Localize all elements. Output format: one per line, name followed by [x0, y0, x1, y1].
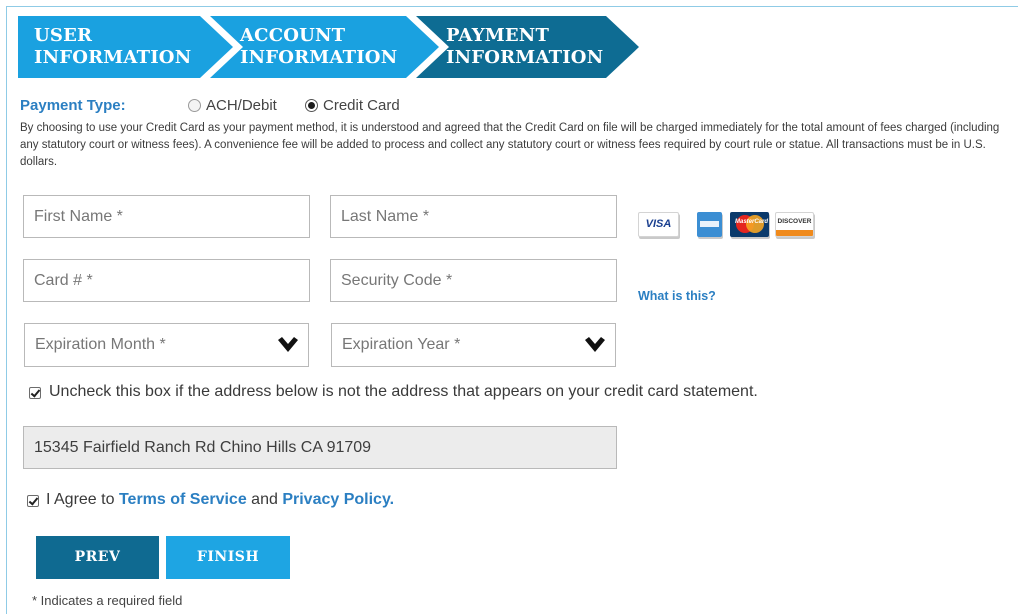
- radio-credit-card-label: Credit Card: [323, 97, 400, 114]
- step-account-information: ACCOUNT INFORMATION: [240, 25, 397, 69]
- payment-type-label: Payment Type:: [20, 97, 126, 114]
- last-name-field[interactable]: Last Name *: [330, 195, 617, 238]
- mastercard-card-icon: MasterCard: [730, 212, 769, 237]
- credit-card-disclaimer: By choosing to use your Credit Card as y…: [20, 122, 1000, 168]
- finish-button[interactable]: FINISH: [166, 536, 290, 579]
- prev-button[interactable]: PREV: [36, 536, 159, 579]
- card-number-field[interactable]: Card # *: [23, 259, 310, 302]
- what-is-this-link[interactable]: What is this?: [638, 289, 716, 303]
- progress-steps: USER INFORMATION ACCOUNT INFORMATION PAY…: [18, 16, 643, 78]
- privacy-policy-link[interactable]: Privacy Policy.: [282, 491, 394, 508]
- expiration-year-placeholder: Expiration Year *: [342, 336, 461, 353]
- first-name-field[interactable]: First Name *: [23, 195, 310, 238]
- billing-address-value: 15345 Fairfield Ranch Rd Chino Hills CA …: [34, 438, 372, 456]
- first-name-placeholder: First Name *: [34, 207, 123, 225]
- agree-prefix: I Agree to: [46, 491, 115, 508]
- radio-ach-debit-label: ACH/Debit: [206, 97, 277, 114]
- step-user-line2: INFORMATION: [34, 47, 192, 68]
- security-code-placeholder: Security Code *: [341, 271, 453, 289]
- step-user-line1: USER: [34, 25, 93, 46]
- step-payment-line1: PAYMENT: [446, 25, 550, 46]
- visa-card-icon: VISA: [638, 212, 679, 237]
- step-user-information: USER INFORMATION: [34, 25, 191, 69]
- required-field-note: * Indicates a required field: [32, 593, 183, 608]
- amex-card-icon: [697, 212, 722, 237]
- security-code-field[interactable]: Security Code *: [330, 259, 617, 302]
- expiration-year-select[interactable]: Expiration Year *: [331, 323, 616, 367]
- terms-of-service-link[interactable]: Terms of Service: [119, 491, 247, 508]
- agree-checkbox[interactable]: [27, 495, 39, 507]
- discover-card-icon: DISCOVER: [775, 212, 814, 237]
- mastercard-text: MasterCard: [735, 219, 769, 225]
- step-payment-information: PAYMENT INFORMATION: [446, 25, 603, 69]
- expiration-month-select[interactable]: Expiration Month *: [24, 323, 309, 367]
- address-checkbox[interactable]: [29, 387, 41, 399]
- radio-ach-debit-circle[interactable]: [188, 99, 201, 112]
- radio-ach-debit[interactable]: ACH/Debit: [188, 97, 277, 114]
- chevron-down-icon: [585, 337, 605, 352]
- address-checkbox-label: Uncheck this box if the address below is…: [49, 383, 758, 400]
- last-name-placeholder: Last Name *: [341, 207, 430, 225]
- agree-text: I Agree to Terms of Service and Privacy …: [46, 491, 394, 509]
- radio-credit-card-circle[interactable]: [305, 99, 318, 112]
- radio-credit-card[interactable]: Credit Card: [305, 97, 400, 114]
- card-number-placeholder: Card # *: [34, 271, 93, 289]
- agree-and: and: [251, 491, 278, 508]
- step-account-line2: INFORMATION: [240, 47, 398, 68]
- billing-address-field[interactable]: 15345 Fairfield Ranch Rd Chino Hills CA …: [23, 426, 617, 469]
- form-frame: [6, 6, 1018, 614]
- step-payment-line2: INFORMATION: [446, 47, 604, 68]
- step-account-line1: ACCOUNT: [240, 25, 346, 46]
- chevron-down-icon: [278, 337, 298, 352]
- expiration-month-placeholder: Expiration Month *: [35, 336, 166, 353]
